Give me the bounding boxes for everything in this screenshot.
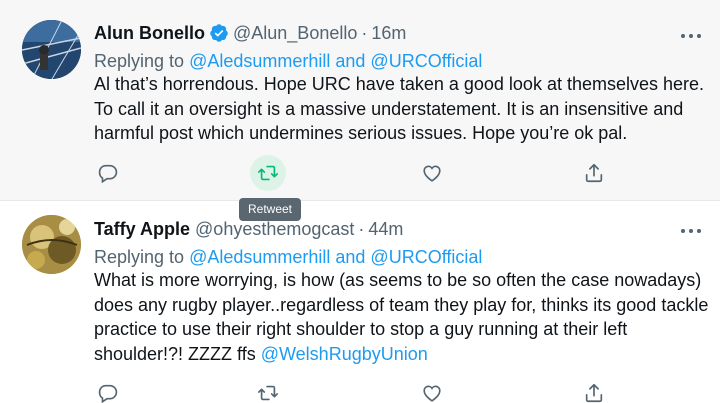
retweet-button[interactable] [250,155,286,191]
tweet-text: Al that’s horrendous. Hope URC have take… [94,74,705,143]
retweet-icon [258,385,278,401]
replying-prefix: Replying to [94,247,185,267]
replying-to: Replying to @Aledsummerhill and @URCOffi… [94,50,482,72]
tweet-header: Taffy Apple @ohyesthemogcast · 44m [94,218,403,240]
reply-button[interactable] [90,375,126,403]
author-name[interactable]: Taffy Apple [94,219,190,239]
heart-icon [423,165,441,182]
more-dots-icon[interactable] [678,28,704,44]
tweet-actions [94,378,624,403]
tweet-taffy-apple[interactable]: Taffy Apple @ohyesthemogcast · 44m Replyin… [0,201,720,403]
share-button[interactable] [576,155,612,191]
reply-button[interactable] [90,155,126,191]
reply-icon [98,164,118,184]
retweet-button[interactable] [250,375,286,403]
tweet-text: What is more worrying, is how (as seems … [94,268,710,366]
tweet-actions [94,155,624,191]
replying-to: Replying to @Aledsummerhill and @URCOffi… [94,246,482,268]
share-button[interactable] [576,375,612,403]
retweet-tooltip: Retweet [239,198,301,221]
author-handle[interactable]: @Alun_Bonello [233,23,357,43]
heart-icon [423,385,441,402]
retweet-icon [258,165,278,181]
author-handle[interactable]: @ohyesthemogcast [195,219,354,239]
share-icon [585,383,603,403]
replying-mentions[interactable]: @Aledsummerhill and @URCOfficial [189,51,482,71]
avatar[interactable] [22,20,81,79]
avatar[interactable] [22,215,81,274]
tweet-header: Alun Bonello @Alun_Bonello · 16m [94,22,406,44]
more-dots-icon[interactable] [678,223,704,239]
separator: · [361,23,368,43]
tweet-alun-bonello[interactable]: Alun Bonello @Alun_Bonello · 16m Replying t… [0,0,720,200]
replying-mentions[interactable]: @Aledsummerhill and @URCOfficial [189,247,482,267]
share-icon [585,163,603,183]
avatar-image [22,20,81,79]
separator: · [358,219,365,239]
verified-badge-icon [209,23,229,43]
like-button[interactable] [414,375,450,403]
mention-link[interactable]: @WelshRugbyUnion [261,344,428,364]
tweet-time[interactable]: 44m [368,219,403,239]
replying-prefix: Replying to [94,51,185,71]
like-button[interactable] [414,155,450,191]
avatar-image [22,215,81,274]
author-name[interactable]: Alun Bonello [94,23,205,43]
tweet-time[interactable]: 16m [371,23,406,43]
reply-icon [98,384,118,403]
